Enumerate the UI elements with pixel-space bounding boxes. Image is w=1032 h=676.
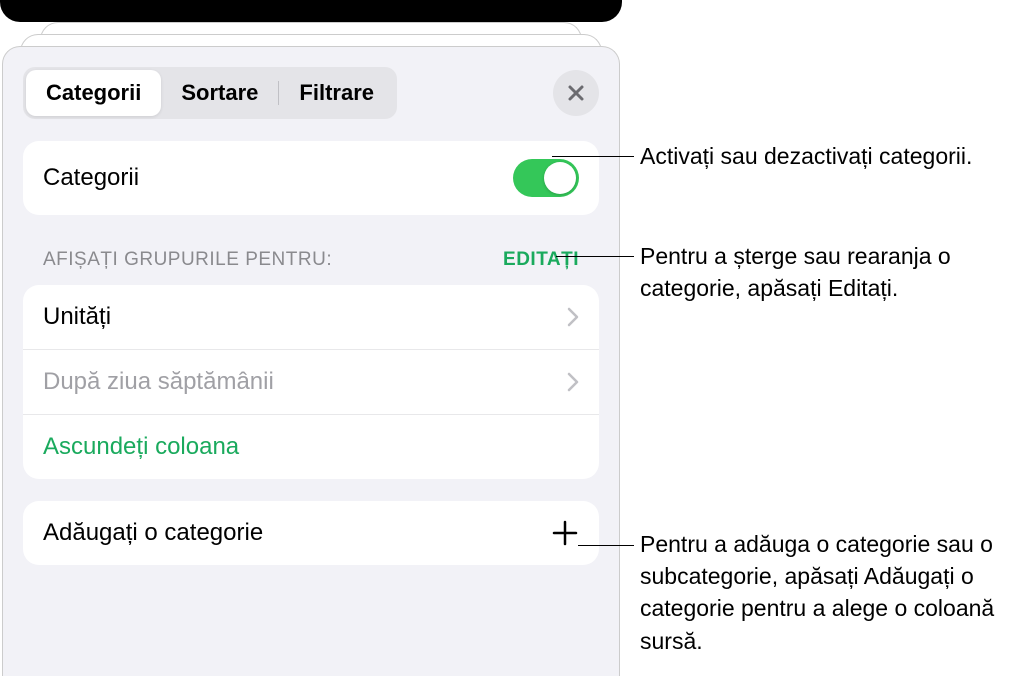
groups-header-label: AFIȘAȚI GRUPURILE PENTRU: bbox=[43, 249, 332, 271]
window-notch bbox=[0, 0, 622, 22]
chevron-right-icon bbox=[567, 307, 579, 327]
tab-filtrare[interactable]: Filtrare bbox=[279, 70, 394, 116]
hide-column-label: Ascundeți coloana bbox=[43, 433, 239, 461]
callout-add: Pentru a adăuga o categorie sau o subcat… bbox=[640, 528, 1030, 657]
toggle-label: Categorii bbox=[43, 164, 139, 192]
add-category-card: Adăugați o categorie bbox=[23, 501, 599, 565]
categories-toggle-row: Categorii bbox=[23, 141, 599, 215]
callout-edit: Pentru a șterge sau rearanja o categorie… bbox=[640, 240, 1020, 304]
tab-segmented-control: Categorii Sortare Filtrare bbox=[23, 67, 397, 119]
edit-button[interactable]: EDITAȚI bbox=[503, 249, 579, 271]
callout-line bbox=[552, 156, 634, 157]
categories-toggle[interactable] bbox=[513, 159, 579, 197]
toggle-card: Categorii bbox=[23, 141, 599, 215]
plus-icon bbox=[551, 519, 579, 547]
toggle-knob bbox=[544, 162, 576, 194]
groups-section-header: AFIȘAȚI GRUPURILE PENTRU: EDITAȚI bbox=[23, 249, 599, 281]
close-button[interactable] bbox=[553, 70, 599, 116]
close-icon bbox=[566, 83, 586, 103]
callout-line bbox=[578, 545, 634, 546]
chevron-right-icon bbox=[567, 372, 579, 392]
add-category-row[interactable]: Adăugați o categorie bbox=[23, 501, 599, 565]
group-item-unitati[interactable]: Unități bbox=[23, 285, 599, 349]
group-item-label: După ziua săptămânii bbox=[43, 368, 274, 396]
categories-panel: Categorii Sortare Filtrare Categorii AFI… bbox=[2, 46, 620, 676]
callout-line bbox=[556, 256, 634, 257]
hide-column-row[interactable]: Ascundeți coloana bbox=[23, 414, 599, 479]
callout-toggle: Activați sau dezactivați categorii. bbox=[640, 140, 1020, 172]
panel-stack: Categorii Sortare Filtrare Categorii AFI… bbox=[0, 22, 622, 676]
group-item-label: Unități bbox=[43, 303, 111, 331]
group-item-dupa-ziua[interactable]: După ziua săptămânii bbox=[23, 349, 599, 414]
groups-card: Unități După ziua săptămânii Ascundeți c… bbox=[23, 285, 599, 479]
tab-sortare[interactable]: Sortare bbox=[161, 70, 278, 116]
add-category-label: Adăugați o categorie bbox=[43, 519, 263, 547]
tab-categorii[interactable]: Categorii bbox=[26, 70, 161, 116]
panel-topbar: Categorii Sortare Filtrare bbox=[23, 67, 599, 119]
